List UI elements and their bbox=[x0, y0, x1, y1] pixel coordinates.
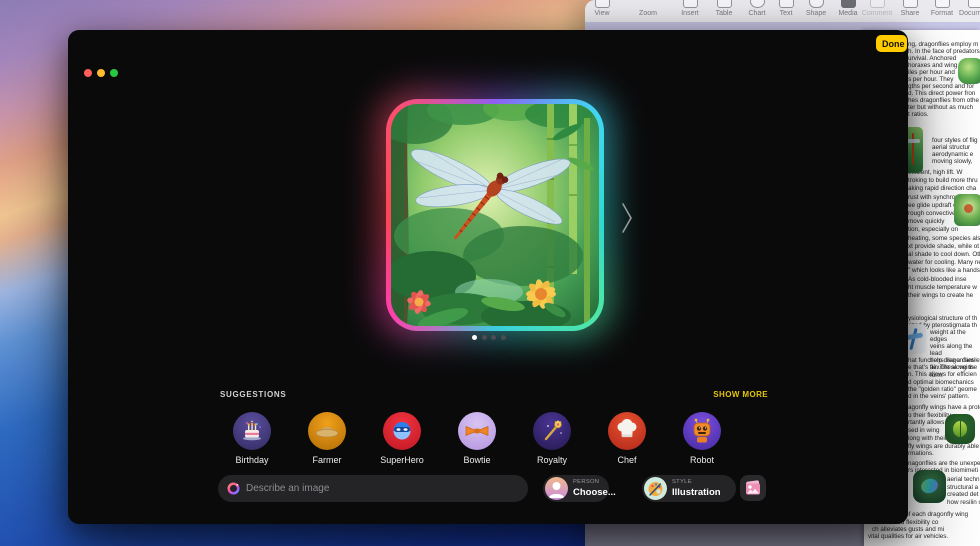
photos-button[interactable] bbox=[740, 475, 766, 501]
document-paragraph: efficient, high lift. W troking to build… bbox=[908, 169, 980, 300]
suggestions-heading: SUGGESTIONS bbox=[220, 390, 286, 399]
pages-toolbar: View Zoom 114% ˅ Insert Table Chart Text… bbox=[585, 0, 980, 23]
text-icon bbox=[779, 0, 794, 8]
robot-icon bbox=[683, 412, 721, 450]
table-icon bbox=[717, 0, 732, 8]
style-chip-value: Illustration bbox=[672, 488, 721, 498]
minimize-button[interactable] bbox=[97, 69, 105, 77]
toolbar-label: View bbox=[585, 10, 624, 17]
superhero-icon bbox=[383, 412, 421, 450]
suggestion-farmer[interactable]: Farmer bbox=[299, 412, 355, 465]
suggestion-label: Bowtie bbox=[449, 455, 505, 465]
doc-image-beetle-colorful bbox=[913, 470, 946, 503]
suggestion-robot[interactable]: Robot bbox=[674, 412, 730, 465]
suggestion-label: SuperHero bbox=[374, 455, 430, 465]
page-dot[interactable] bbox=[472, 335, 477, 340]
chart-icon bbox=[750, 0, 765, 8]
suggestion-chef[interactable]: Chef bbox=[599, 412, 655, 465]
image-playground-window: Done bbox=[68, 30, 908, 524]
prompt-input[interactable]: Describe an image bbox=[218, 475, 528, 502]
format-icon bbox=[935, 0, 950, 8]
page-dot[interactable] bbox=[501, 335, 506, 340]
document-line: vital qualities for air vehicles. bbox=[868, 533, 978, 540]
document-paragraph: aerial techn structural a created det ho… bbox=[947, 476, 980, 507]
doc-image-beetle-green bbox=[945, 414, 975, 444]
birthday-cake-icon bbox=[233, 412, 271, 450]
comment-icon bbox=[870, 0, 885, 8]
carousel-page-dots[interactable] bbox=[472, 335, 506, 340]
doc-image-dragonfly-green bbox=[958, 58, 980, 84]
suggestion-label: Royalty bbox=[524, 455, 580, 465]
person-chip[interactable]: PERSON Choose... bbox=[543, 475, 609, 502]
view-icon bbox=[595, 0, 610, 8]
next-image-chevron[interactable] bbox=[620, 200, 634, 236]
palette-icon bbox=[644, 477, 667, 500]
toolbar-button-view[interactable]: View bbox=[585, 0, 624, 22]
share-icon bbox=[903, 0, 918, 8]
page-dot[interactable] bbox=[491, 335, 496, 340]
dragonfly-illustration bbox=[391, 104, 599, 326]
toolbar-button-document[interactable]: Document bbox=[953, 0, 980, 22]
person-chip-value: Choose... bbox=[573, 488, 616, 498]
suggestion-label: Birthday bbox=[224, 455, 280, 465]
doc-image-foliage bbox=[954, 194, 980, 226]
toolbar-button-zoom[interactable]: Zoom bbox=[626, 0, 670, 22]
close-button[interactable] bbox=[84, 69, 92, 77]
suggestion-label: Farmer bbox=[299, 455, 355, 465]
chef-hat-icon bbox=[608, 412, 646, 450]
person-chip-eyebrow: PERSON bbox=[573, 480, 616, 486]
farmer-hat-icon bbox=[308, 412, 346, 450]
person-avatar-icon bbox=[545, 477, 568, 500]
media-icon bbox=[841, 0, 856, 8]
photos-icon bbox=[740, 475, 766, 501]
suggestion-bowtie[interactable]: Bowtie bbox=[449, 412, 505, 465]
style-chip-eyebrow: STYLE bbox=[672, 480, 721, 486]
suggestion-label: Robot bbox=[674, 455, 730, 465]
page-dot[interactable] bbox=[482, 335, 487, 340]
suggestion-label: Chef bbox=[599, 455, 655, 465]
scepter-icon bbox=[533, 412, 571, 450]
document-icon bbox=[968, 0, 980, 8]
document-paragraph: hat functions like a cantil e that's fle… bbox=[908, 357, 980, 400]
document-paragraph: four styles of flig aerial structur aero… bbox=[932, 137, 980, 165]
shape-icon bbox=[809, 0, 824, 8]
suggestion-royalty[interactable]: Royalty bbox=[524, 412, 580, 465]
style-chip[interactable]: STYLE Illustration bbox=[642, 475, 736, 502]
intelligence-sparkle-icon bbox=[227, 482, 240, 495]
generated-image-frame[interactable] bbox=[386, 99, 604, 331]
zoom-window-button[interactable] bbox=[110, 69, 118, 77]
done-button[interactable]: Done bbox=[876, 35, 907, 52]
show-more-button[interactable]: SHOW MORE bbox=[678, 390, 768, 399]
document-line: ch alleviates gusts and mi bbox=[872, 526, 980, 533]
suggestion-superhero[interactable]: SuperHero bbox=[374, 412, 430, 465]
toolbar-label: Document bbox=[953, 10, 980, 17]
suggestion-birthday[interactable]: Birthday bbox=[224, 412, 280, 465]
prompt-placeholder: Describe an image bbox=[246, 483, 329, 494]
toolbar-label: Zoom bbox=[626, 10, 670, 17]
insert-icon bbox=[683, 0, 698, 8]
bowtie-icon bbox=[458, 412, 496, 450]
